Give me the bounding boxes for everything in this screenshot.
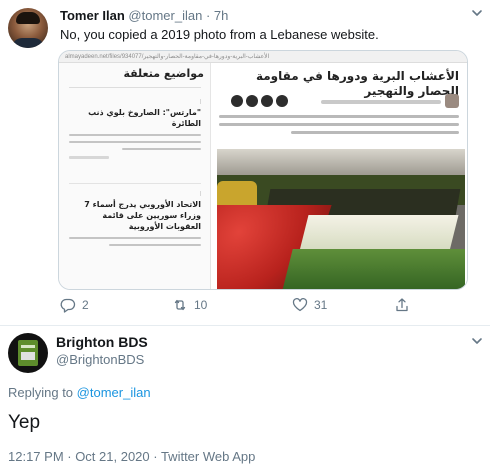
vegetables-photo <box>217 149 465 289</box>
divider <box>0 325 490 326</box>
like-button[interactable]: 31 <box>292 296 327 314</box>
replying-to-link[interactable]: @tomer_ilan <box>77 385 151 400</box>
website-screenshot: almayadeen.net/files/934077/الأعشاب-البر… <box>59 51 467 289</box>
share-button[interactable] <box>394 296 410 314</box>
card-title: "مارتس": الصاروخ بلوي ذنب الطائرة <box>88 108 201 128</box>
divider <box>69 87 201 88</box>
retweet-button[interactable]: 10 <box>172 296 207 314</box>
divider <box>69 183 201 184</box>
author-handle[interactable]: @BrightonBDS <box>56 352 144 367</box>
author-handle[interactable]: @tomer_ilan <box>128 8 202 23</box>
reply-icon <box>60 298 76 313</box>
author-name[interactable]: Tomer Ilan <box>60 8 125 23</box>
avatar-logo <box>18 340 38 366</box>
share-buttons <box>231 95 288 109</box>
card-category: | <box>199 191 201 197</box>
tweet-timestamp[interactable]: 12:17 PM · Oct 21, 2020 · Twitter Web Ap… <box>8 449 255 464</box>
avatar[interactable] <box>8 333 48 373</box>
card-title: الاتحاد الأوروبي يدرج أسماء 7 وزراء سوري… <box>84 200 201 231</box>
chevron-down-icon[interactable] <box>470 6 484 20</box>
tweet-header: Tomer Ilan @tomer_ilan · 7h <box>60 8 228 23</box>
avatar-hair <box>16 12 40 24</box>
replying-label: Replying to <box>8 385 74 400</box>
retweet-count: 10 <box>194 298 208 312</box>
like-count: 31 <box>314 298 328 312</box>
replying-to: Replying to @tomer_ilan <box>8 385 151 400</box>
separator: · <box>205 8 211 23</box>
reply-button[interactable]: 2 <box>60 296 89 314</box>
card-category: | <box>199 99 201 105</box>
article-byline <box>309 94 459 108</box>
article-lede <box>219 115 459 141</box>
avatar-shirt <box>12 38 44 48</box>
tweet-text: No, you copied a 2019 photo from a Leban… <box>60 27 379 42</box>
heart-icon <box>292 297 308 312</box>
author-name[interactable]: Brighton BDS <box>56 334 148 350</box>
related-topics-sidebar: مواضيع متعلقة | "مارتس": الصاروخ بلوي ذن… <box>59 63 211 289</box>
share-icon <box>396 298 408 312</box>
card-summary <box>69 237 201 246</box>
url-bar: almayadeen.net/files/934077/الأعشاب-البر… <box>59 51 467 63</box>
reply-count: 2 <box>82 298 89 312</box>
avatar[interactable] <box>8 8 48 48</box>
tweet-original[interactable]: Tomer Ilan @tomer_ilan · 7h No, you copi… <box>0 0 490 325</box>
card-date <box>69 156 109 159</box>
tweet-text: Yep <box>8 412 41 433</box>
related-card: | "مارتس": الصاروخ بلوي ذنب الطائرة <box>69 99 201 159</box>
tweet-time[interactable]: 7h <box>214 8 228 23</box>
sidebar-title: مواضيع متعلقة <box>123 67 204 80</box>
article-pane: الأعشاب البرية ودورها في مقاومة الحصار و… <box>211 63 467 289</box>
retweet-icon <box>174 299 186 311</box>
tweet-media-image[interactable]: almayadeen.net/files/934077/الأعشاب-البر… <box>58 50 468 290</box>
tweet-actions: 2 10 31 <box>60 296 440 314</box>
related-card: | الاتحاد الأوروبي يدرج أسماء 7 وزراء سو… <box>69 191 201 246</box>
chevron-down-icon[interactable] <box>470 334 484 348</box>
card-summary <box>69 134 201 150</box>
